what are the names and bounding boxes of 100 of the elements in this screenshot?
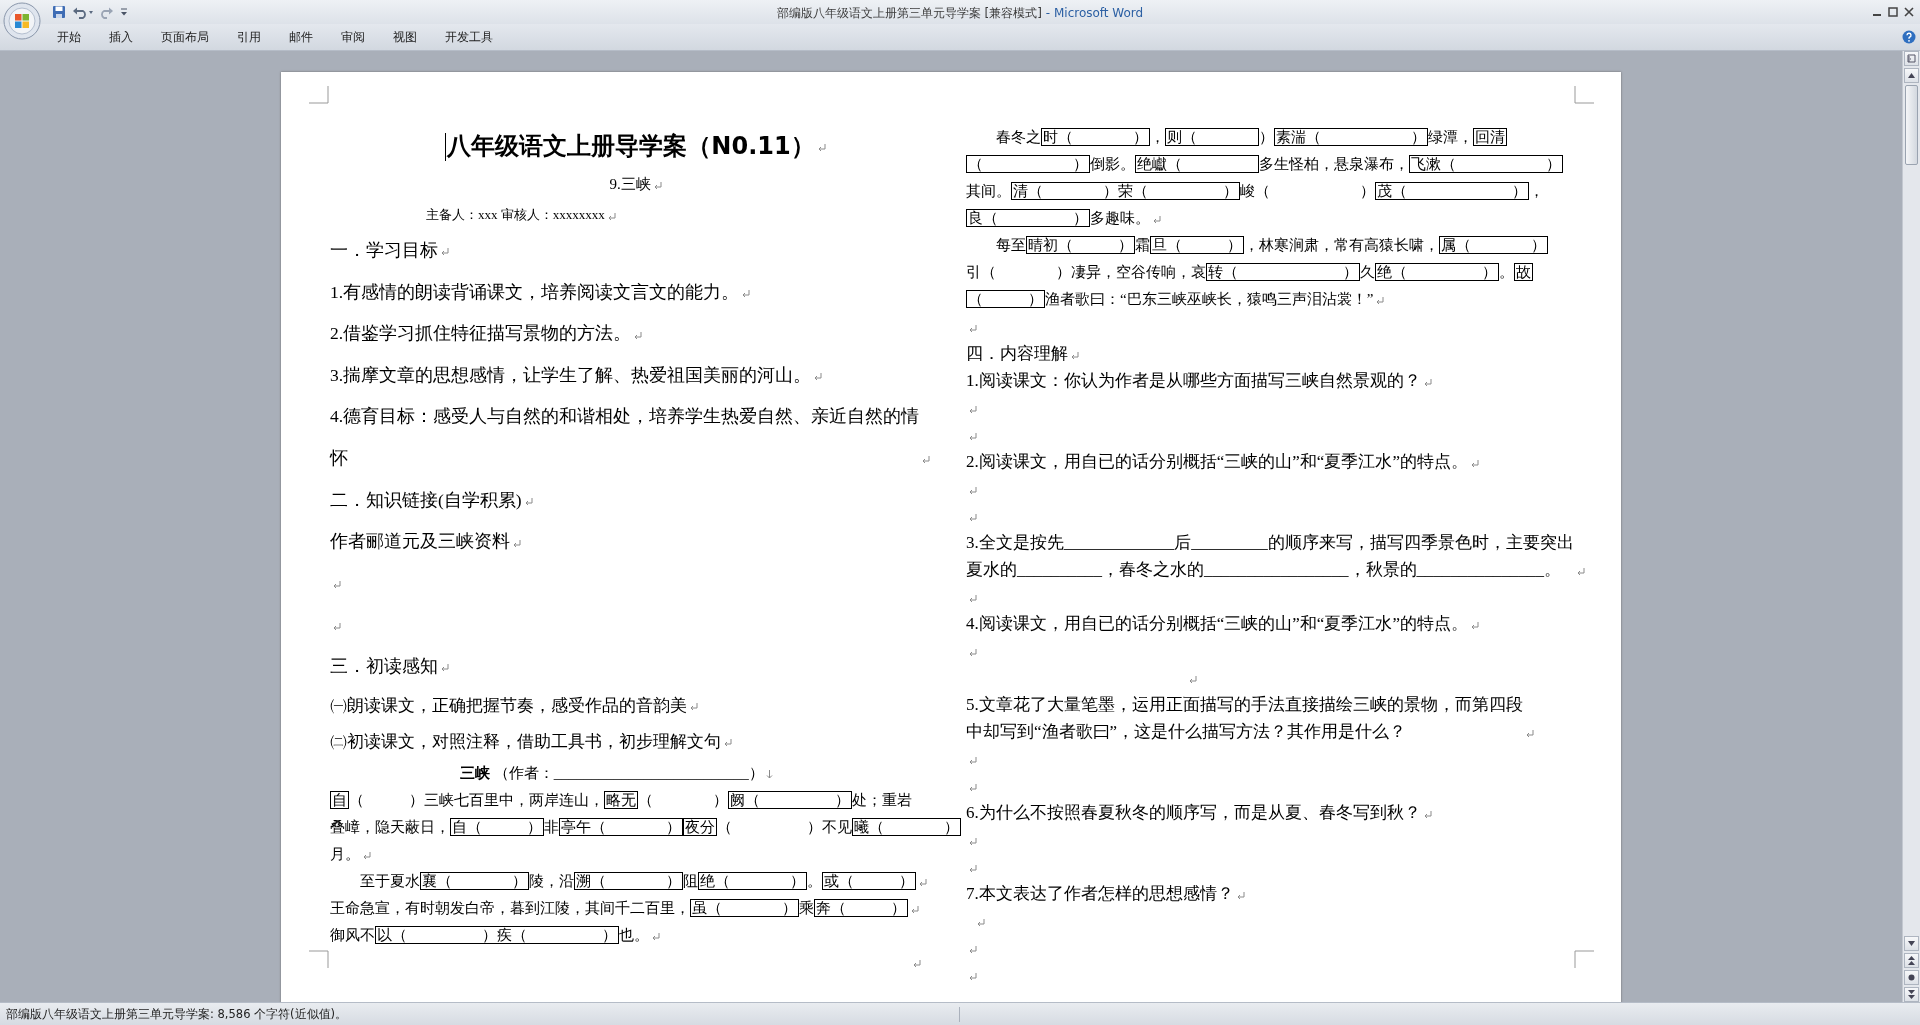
boxed-word: 自: [330, 790, 349, 809]
passage-text: 。: [1499, 264, 1514, 280]
boxed-word: 时（ ）: [1041, 128, 1150, 146]
passage-text: 处；重岩: [852, 791, 912, 808]
passage-text: 多趣味。: [1090, 210, 1150, 226]
next-page-button[interactable]: [1904, 987, 1919, 1002]
paragraph-text: 1.阅读课文：你认为作者是从哪些方面描写三峡自然景观的？: [966, 371, 1421, 390]
paragraph-text: ㈠朗读课文，正确把握节奏，感受作品的音韵美: [330, 695, 687, 715]
passage-text: 王命急宣，有时朝发白帝，暮到江陵，其间千二百里，: [330, 899, 690, 916]
paragraph-text: 作者郦道元及三峡资料: [330, 531, 510, 552]
boxed-word: 清（ ）荣（ ）: [1011, 182, 1240, 200]
passage-text: 久: [1360, 264, 1375, 280]
paragraph-text: 7.本文表达了作者怎样的思想感情？: [966, 884, 1234, 903]
boxed-word: 绝（ ）: [1375, 263, 1499, 281]
close-icon[interactable]: [1904, 7, 1914, 17]
paragraph-text: 4.德育目标：感受人与自然的和谐相处，培养学生热爱自然、亲近自然的情 怀: [330, 405, 920, 470]
boxed-word: 茂（ ）: [1375, 182, 1529, 200]
passage-text: （ ）三峡七百里中，两岸连山，: [349, 791, 604, 808]
app-name: - Microsoft Word: [1045, 6, 1144, 20]
passage-text: 绿潭，: [1428, 129, 1473, 145]
ruler-icon: [1907, 54, 1916, 63]
scroll-down-button[interactable]: [1904, 936, 1919, 951]
boxed-word: 旦（ ）: [1150, 236, 1244, 254]
paragraph-text: 4.阅读课文，用自已的话分别概括“三峡的山”和“夏季江水”的特点。: [966, 614, 1468, 633]
passage-text: 月。: [330, 845, 360, 862]
crop-mark: [1574, 950, 1594, 968]
ribbon-tab[interactable]: 页面布局: [150, 24, 220, 50]
boxed-word: 故: [1514, 263, 1533, 281]
passage-text: 渔者歌曰：“巴东三峡巫峡长，猿鸣三声泪沾裳！”: [1045, 291, 1374, 307]
passage-text: 。: [807, 872, 822, 889]
text-cursor: [445, 133, 447, 161]
boxed-word: 或（ ）: [822, 871, 916, 890]
boxed-word: 晴初（ ）: [1026, 236, 1135, 254]
paragraph-text: 1.有感情的朗读背诵课文，培养阅读文言文的能力。: [330, 281, 740, 302]
paragraph-text: 5.文章花了大量笔墨，运用正面描写的手法直接描绘三峡的景物，而第四段 中却写到“渔者歌曰”，这是什么描写方法？其作用是什么？: [966, 694, 1523, 743]
passage-text: （ ）: [638, 791, 728, 808]
boxed-word: （ ）: [966, 155, 1090, 173]
boxed-word: 阙（ ）: [728, 790, 852, 809]
save-icon[interactable]: [52, 5, 66, 19]
boxed-word: 亭午（ ）: [559, 817, 683, 836]
boxed-word: 溯（ ）: [574, 871, 683, 890]
passage-text: 每至: [995, 237, 1026, 253]
up-arrow-icon: [1908, 73, 1915, 78]
previous-page-button[interactable]: [1904, 953, 1919, 968]
ribbon-tab[interactable]: 邮件: [278, 24, 324, 50]
boxed-word: 回清: [1473, 128, 1507, 146]
boxed-word: 转（ ）: [1206, 263, 1360, 281]
passage-title: 三峡 （作者：__________________________）: [460, 764, 764, 781]
passage-text: 阻: [683, 872, 698, 889]
passage-text: ，: [1529, 183, 1544, 199]
passage-text: 至于夏水: [359, 872, 420, 889]
double-down-arrow-icon: [1908, 990, 1915, 999]
boxed-word: （ ）: [966, 290, 1045, 308]
paragraph-text: 三．初读感知: [330, 655, 438, 676]
circle-icon: [1908, 974, 1915, 981]
customize-caret-icon[interactable]: [120, 7, 128, 17]
vertical-scrollbar[interactable]: [1902, 51, 1920, 1002]
passage-text: 非: [544, 818, 559, 835]
paragraph-text: 3.揣摩文章的思想感情，让学生了解、热爱祖国美丽的河山。: [330, 364, 812, 385]
help-icon[interactable]: [1902, 30, 1916, 44]
boxed-word: 虽（ ）: [690, 898, 799, 917]
maximize-icon[interactable]: [1888, 7, 1898, 17]
boxed-word: 则（: [1165, 128, 1259, 146]
passage-text: 御风不: [330, 926, 375, 943]
ribbon-tab[interactable]: 开始: [46, 24, 92, 50]
passage-text: 峻（ ）: [1240, 183, 1375, 199]
boxed-word: 绝巘（: [1135, 155, 1259, 173]
passage-text: （ ）不见: [717, 818, 852, 835]
crop-mark: [309, 950, 329, 968]
boxed-word: 略无: [604, 790, 638, 809]
boxed-word: 以（ ）疾（ ）: [375, 925, 619, 944]
passage-text: 春冬之: [995, 129, 1041, 145]
author-line: 主备人：xxx 审核人：xxxxxxxx: [426, 207, 605, 222]
paragraph-text: 一．学习目标: [330, 240, 438, 260]
browse-object-button[interactable]: [1904, 970, 1919, 985]
ribbon-tab[interactable]: 插入: [98, 24, 144, 50]
scroll-up-button[interactable]: [1904, 68, 1919, 83]
undo-icon[interactable]: [72, 5, 94, 19]
passage-text: ，林寒涧肃，常有高猿长啸，: [1244, 237, 1439, 253]
window-title: 部编版八年级语文上册第三单元导学案 [兼容模式]: [776, 6, 1042, 20]
ribbon-tab[interactable]: 开发工具: [434, 24, 504, 50]
ruler-button[interactable]: [1904, 51, 1919, 66]
boxed-word: 自（ ）: [450, 817, 544, 836]
scroll-thumb[interactable]: [1905, 85, 1918, 165]
paragraph-text: 2.阅读课文，用自已的话分别概括“三峡的山”和“夏季江水”的特点。: [966, 452, 1468, 471]
boxed-word: 绝（ ）: [698, 871, 807, 890]
boxed-word: 良（ ）: [966, 209, 1090, 227]
boxed-word: 属（ ）: [1439, 236, 1548, 254]
down-arrow-icon: [1908, 941, 1915, 946]
crop-mark: [1574, 86, 1594, 104]
passage-text: 霜: [1135, 237, 1150, 253]
crop-mark: [309, 86, 329, 104]
boxed-word: 飞漱（ ）: [1409, 155, 1563, 173]
paragraph-text: 6.为什么不按照春夏秋冬的顺序写，而是从夏、春冬写到秋？: [966, 803, 1421, 822]
ribbon-tab[interactable]: 引用: [226, 24, 272, 50]
ribbon-tab[interactable]: 审阅: [330, 24, 376, 50]
passage-text: ，: [1150, 129, 1165, 145]
ribbon-tab[interactable]: 视图: [382, 24, 428, 50]
paragraph-text: 3.全文是按先_____________后_________的顺序来写，描写四季景色时，主要突出 夏水的__________，春冬之水的_________________，秋景的_______________。: [966, 532, 1574, 581]
passage-text: ）: [1259, 129, 1274, 145]
